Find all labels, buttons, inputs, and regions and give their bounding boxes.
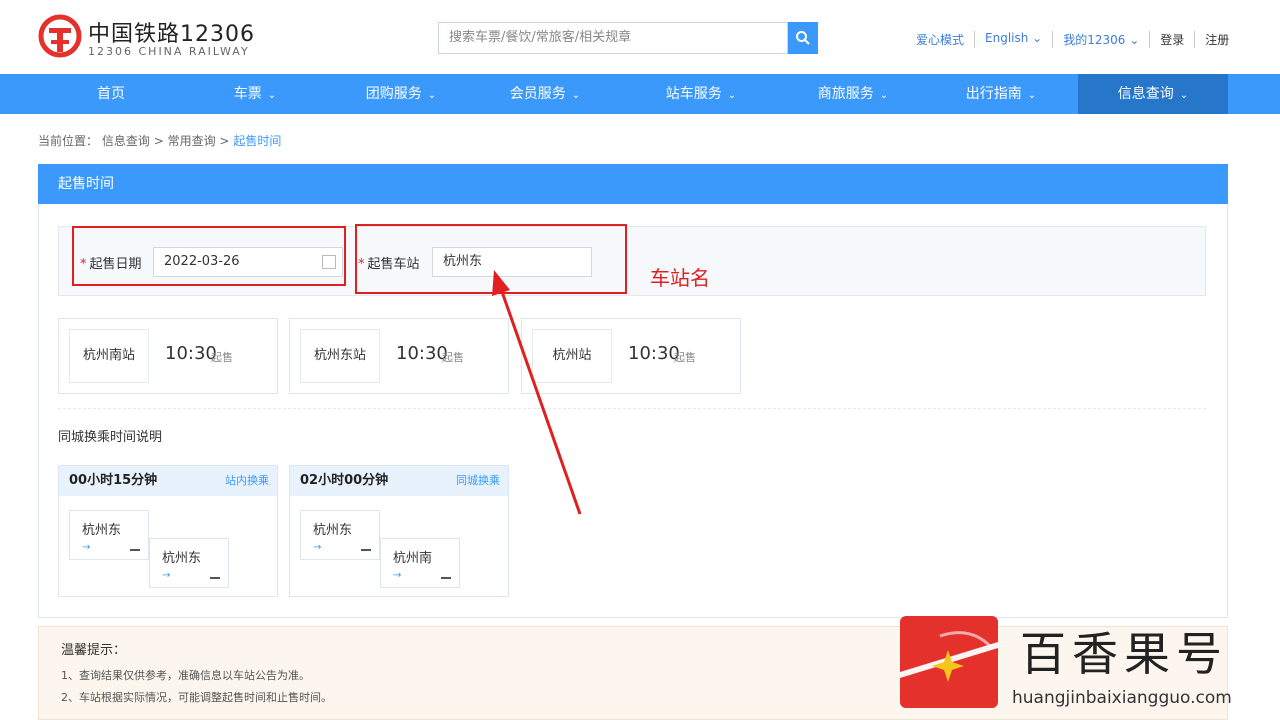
- watermark-text: 百香果号: [1020, 627, 1228, 681]
- brand-title[interactable]: 中国铁路12306: [88, 16, 255, 48]
- arrow-right-icon: →: [82, 542, 91, 553]
- arrow-right-icon: →: [162, 570, 171, 581]
- watermark-url: huangjinbaixiangguo.com: [1012, 688, 1232, 708]
- search-icon: [796, 31, 810, 45]
- login-link[interactable]: 登录: [1150, 31, 1196, 48]
- top-links: 爱心模式 English ⌄ 我的12306 ⌄ 登录 注册: [906, 31, 1239, 48]
- annotation-label: 车站名: [650, 266, 710, 290]
- station-name: 杭州站: [532, 329, 612, 383]
- sale-time: 10:30: [628, 343, 680, 364]
- nav-info-query[interactable]: 信息查询 ⌄: [1078, 74, 1228, 114]
- chevron-down-icon: ⌄: [1027, 90, 1037, 101]
- nav-member-service[interactable]: 会员服务 ⌄: [470, 74, 620, 114]
- transfer-card[interactable]: 02小时00分钟 同城换乘 杭州东 → 杭州南 →: [289, 465, 509, 597]
- english-link[interactable]: English ⌄: [975, 31, 1054, 48]
- chevron-down-icon: ⌄: [879, 90, 889, 101]
- from-station-box: 杭州东 →: [300, 510, 380, 560]
- china-railway-logo-icon: [38, 14, 82, 58]
- section-divider: [58, 408, 1206, 409]
- from-station-box: 杭州东 →: [69, 510, 149, 560]
- breadcrumb: 当前位置： 信息查询 > 常用查询 > 起售时间: [38, 134, 282, 148]
- transfer-type[interactable]: 站内换乘: [225, 466, 269, 496]
- register-link[interactable]: 注册: [1195, 31, 1239, 48]
- breadcrumb-current: 起售时间: [233, 134, 282, 148]
- notice-line: 2、车站根据实际情况，可能调整起售时间和止售时间。: [61, 691, 332, 704]
- chevron-down-icon: ⌄: [427, 90, 437, 101]
- nav-station-service[interactable]: 站车服务 ⌄: [626, 74, 776, 114]
- sale-time: 10:30: [396, 343, 448, 364]
- highlight-date-box: [72, 226, 346, 286]
- nav-tickets[interactable]: 车票 ⌄: [180, 74, 330, 114]
- arrow-right-icon: →: [393, 570, 402, 581]
- breadcrumb-item[interactable]: 信息查询: [102, 134, 150, 148]
- top-header: 中国铁路12306 12306 CHINA RAILWAY 搜索车票/餐饮/常旅…: [0, 0, 1280, 74]
- transfer-card[interactable]: 00小时15分钟 站内换乘 杭州东 → 杭州东 →: [58, 465, 278, 597]
- station-name: 杭州东站: [300, 329, 380, 383]
- main-nav: 首页 车票 ⌄ 团购服务 ⌄ 会员服务 ⌄ 站车服务 ⌄ 商旅服务 ⌄ 出行指南 ⌄ 信息查…: [0, 74, 1280, 114]
- station-card[interactable]: 杭州东站 10:30 起售: [289, 318, 509, 394]
- station-name: 杭州南站: [69, 329, 149, 383]
- station-card[interactable]: 杭州站 10:30 起售: [521, 318, 741, 394]
- chevron-down-icon: ⌄: [571, 90, 581, 101]
- my-12306-link[interactable]: 我的12306 ⌄: [1053, 31, 1151, 48]
- nav-home[interactable]: 首页: [36, 74, 186, 114]
- sparkle-icon: [900, 631, 998, 708]
- sale-tag: 起售: [674, 351, 696, 364]
- breadcrumb-item[interactable]: 常用查询: [168, 134, 216, 148]
- transfer-duration: 02小时00分钟 同城换乘: [290, 466, 508, 496]
- transfer-type[interactable]: 同城换乘: [456, 466, 500, 496]
- nav-business-travel[interactable]: 商旅服务 ⌄: [778, 74, 928, 114]
- to-station-box: 杭州南 →: [380, 538, 460, 588]
- nav-travel-guide[interactable]: 出行指南 ⌄: [926, 74, 1076, 114]
- arrow-right-icon: →: [313, 542, 322, 553]
- chevron-down-icon: ⌄: [1179, 90, 1189, 101]
- brand-subtitle: 12306 CHINA RAILWAY: [88, 45, 250, 58]
- chevron-down-icon: ⌄: [727, 90, 737, 101]
- chevron-down-icon: ⌄: [267, 90, 277, 101]
- panel-title: 起售时间: [38, 164, 1228, 204]
- search-button[interactable]: [788, 22, 818, 54]
- highlight-station-box: [355, 224, 627, 294]
- search-input[interactable]: 搜索车票/餐饮/常旅客/相关规章: [438, 22, 788, 54]
- notice-title: 温馨提示：: [61, 643, 127, 658]
- sale-time: 10:30: [165, 343, 217, 364]
- notice-line: 1、查询结果仅供参考，准确信息以车站公告为准。: [61, 669, 310, 682]
- sale-tag: 起售: [211, 351, 233, 364]
- watermark-logo: [900, 616, 998, 708]
- to-station-box: 杭州东 →: [149, 538, 229, 588]
- transfer-duration: 00小时15分钟 站内换乘: [59, 466, 277, 496]
- care-mode-link[interactable]: 爱心模式: [906, 31, 976, 48]
- sale-tag: 起售: [442, 351, 464, 364]
- station-card[interactable]: 杭州南站 10:30 起售: [58, 318, 278, 394]
- transfer-section-title: 同城换乘时间说明: [58, 430, 163, 445]
- nav-group-service[interactable]: 团购服务 ⌄: [326, 74, 476, 114]
